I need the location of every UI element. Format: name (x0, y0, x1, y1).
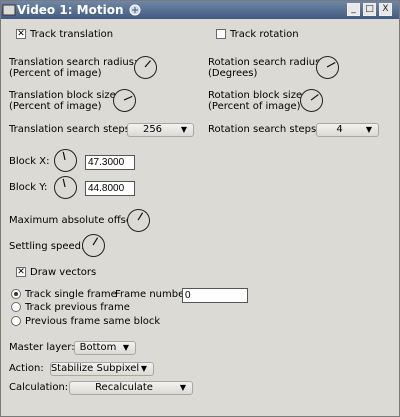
rotation-search-radius-knob[interactable] (316, 56, 339, 79)
chevron-down-icon: ▼ (140, 364, 147, 373)
translation-search-steps-dropdown[interactable]: 256 ▼ (127, 123, 194, 137)
track-single-frame-radio[interactable] (11, 289, 21, 299)
track-single-frame-label: Track single frame (25, 289, 117, 300)
translation-block-size-knob[interactable] (113, 89, 136, 112)
rotation-block-size-unit: (Percent of image) (208, 101, 301, 112)
block-x-label: Block X: (9, 156, 50, 167)
track-translation-label: Track translation (30, 29, 114, 40)
calculation-value: Recalculate (95, 382, 153, 393)
window-menu-icon[interactable] (2, 3, 16, 17)
window-title: Video 1: Motion (17, 3, 124, 17)
translation-search-steps-value: 256 (142, 124, 163, 135)
motion-window: Video 1: Motion _ □ X ✕ Track translatio… (0, 0, 400, 417)
settling-speed-label: Settling speed: (9, 241, 85, 252)
frame-number-label: Frame number: (115, 289, 192, 300)
master-layer-label: Master layer: (9, 342, 75, 353)
rotation-search-steps-value: 4 (336, 124, 343, 135)
stick-window-icon[interactable] (128, 3, 142, 17)
track-previous-frame-label: Track previous frame (25, 302, 130, 313)
translation-search-radius-knob[interactable] (134, 56, 157, 79)
rotation-block-size-knob[interactable] (300, 89, 323, 112)
maximum-absolute-offset-knob[interactable] (127, 209, 150, 232)
chevron-down-icon: ▼ (365, 125, 372, 134)
master-layer-dropdown[interactable]: Bottom ▼ (74, 341, 136, 355)
block-x-input[interactable] (85, 155, 135, 170)
title-bar[interactable]: Video 1: Motion _ □ X (1, 1, 399, 19)
translation-search-radius-unit: (Percent of image) (9, 68, 102, 79)
rotation-search-steps-dropdown[interactable]: 4 ▼ (316, 123, 379, 137)
maximum-absolute-offset-label: Maximum absolute offset: (9, 215, 140, 226)
previous-frame-same-block-radio[interactable] (11, 316, 21, 326)
track-rotation-label: Track rotation (230, 29, 299, 40)
block-y-knob[interactable] (54, 176, 77, 199)
close-button[interactable]: X (379, 3, 392, 16)
translation-search-steps-label: Translation search steps: (9, 124, 134, 135)
chevron-down-icon: ▼ (122, 343, 129, 352)
draw-vectors-label: Draw vectors (30, 267, 97, 278)
calculation-label: Calculation: (9, 382, 69, 393)
action-value: Stabilize Subpixel (50, 363, 140, 374)
translation-block-size-unit: (Percent of image) (9, 101, 102, 112)
minimize-button[interactable]: _ (347, 3, 360, 16)
action-dropdown[interactable]: Stabilize Subpixel ▼ (50, 362, 154, 376)
block-y-input[interactable] (85, 181, 135, 196)
previous-frame-same-block-label: Previous frame same block (25, 316, 161, 327)
chevron-down-icon: ▼ (179, 383, 186, 392)
draw-vectors-checkbox[interactable]: ✕ (16, 267, 26, 277)
rotation-search-steps-label: Rotation search steps: (208, 124, 320, 135)
action-label: Action: (9, 363, 44, 374)
frame-number-input[interactable] (182, 288, 248, 303)
block-y-label: Block Y: (9, 182, 48, 193)
block-x-knob[interactable] (54, 149, 77, 172)
track-translation-checkbox[interactable]: ✕ (16, 29, 26, 39)
calculation-dropdown[interactable]: Recalculate ▼ (69, 381, 193, 395)
track-rotation-checkbox[interactable] (216, 29, 226, 39)
track-previous-frame-radio[interactable] (11, 302, 21, 312)
maximize-button[interactable]: □ (363, 3, 376, 16)
rotation-search-radius-unit: (Degrees) (208, 68, 258, 79)
settling-speed-knob[interactable] (82, 234, 105, 257)
chevron-down-icon: ▼ (180, 125, 187, 134)
master-layer-value: Bottom (79, 342, 117, 353)
